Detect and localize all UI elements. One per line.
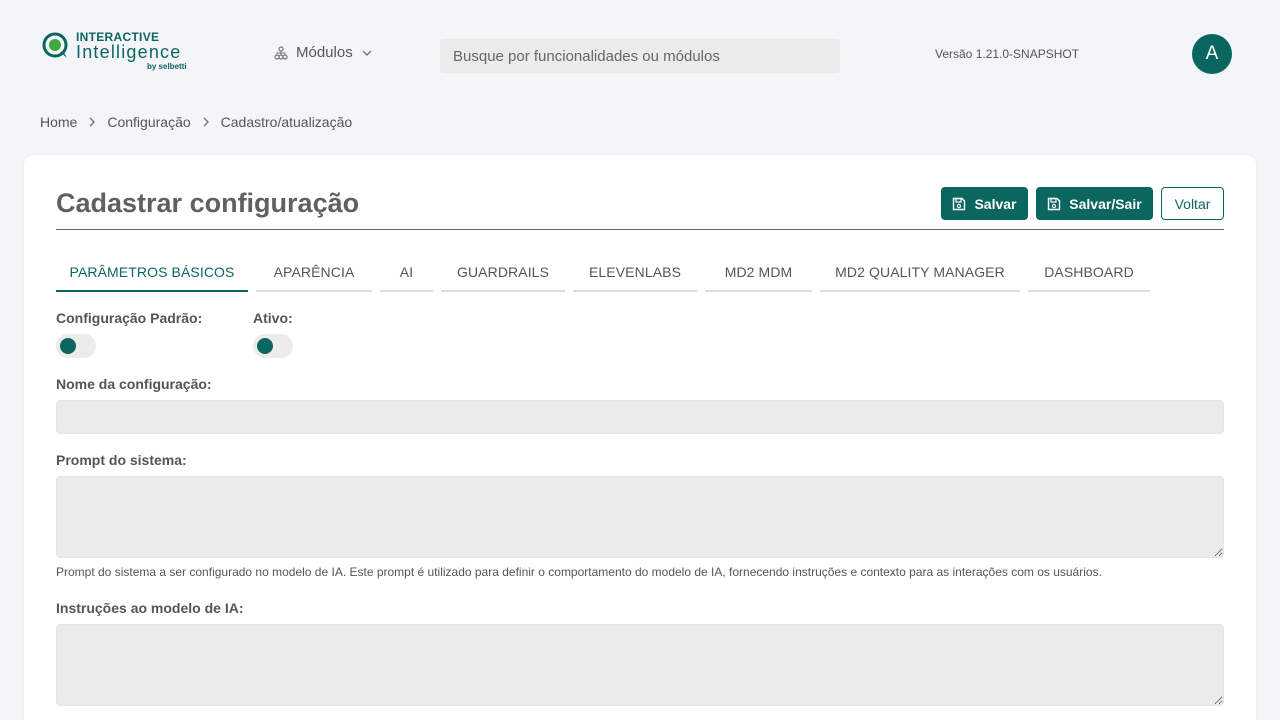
title-divider	[56, 229, 1224, 230]
tab-ai[interactable]: AI	[380, 256, 433, 292]
config-name-label: Nome da configuração:	[56, 376, 212, 392]
system-prompt-textarea[interactable]	[56, 476, 1224, 558]
active-label: Ativo:	[253, 310, 293, 326]
save-icon	[953, 197, 966, 210]
save-exit-button[interactable]: Salvar/Sair	[1036, 187, 1153, 220]
save-exit-button-label: Salvar/Sair	[1069, 195, 1142, 212]
header: INTERACTIVE Intelligence by selbetti Mód…	[0, 0, 1280, 100]
modules-menu[interactable]: Módulos	[274, 44, 373, 61]
logo-text-main: Intelligence	[76, 42, 182, 62]
system-prompt-hint: Prompt do sistema a ser configurado no m…	[56, 565, 1102, 579]
search-input[interactable]	[440, 39, 840, 73]
default-config-label: Configuração Padrão:	[56, 310, 203, 326]
tab-parametros-basicos[interactable]: PARÂMETROS BÁSICOS	[56, 256, 248, 292]
modules-icon	[274, 45, 288, 60]
tab-md2-mdm[interactable]: MD2 MDM	[705, 256, 812, 292]
active-toggle[interactable]	[253, 334, 293, 358]
tab-guardrails[interactable]: GUARDRAILS	[441, 256, 565, 292]
config-name-field[interactable]	[56, 400, 1224, 434]
tab-elevenlabs[interactable]: ELEVENLABS	[573, 256, 697, 292]
form-card: Cadastrar configuração Salvar Salvar/Sai…	[24, 155, 1256, 720]
breadcrumb-configuracao[interactable]: Configuração	[107, 114, 190, 130]
tab-aparencia[interactable]: APARÊNCIA	[256, 256, 372, 292]
breadcrumb-home[interactable]: Home	[40, 114, 77, 130]
tab-dashboard[interactable]: DASHBOARD	[1028, 256, 1150, 292]
save-button-label: Salvar	[974, 195, 1017, 212]
page-title: Cadastrar configuração	[56, 188, 360, 218]
tab-md2-quality-manager[interactable]: MD2 QUALITY MANAGER	[820, 256, 1020, 292]
system-prompt-label: Prompt do sistema:	[56, 452, 187, 468]
save-icon	[1048, 197, 1061, 210]
version-label: Versão 1.21.0-SNAPSHOT	[935, 47, 1080, 61]
app-logo[interactable]: INTERACTIVE Intelligence by selbetti	[42, 30, 202, 74]
instructions-label: Instruções ao modelo de IA:	[56, 600, 244, 616]
instructions-textarea[interactable]	[56, 624, 1224, 706]
breadcrumb-current: Cadastro/atualização	[220, 114, 353, 130]
toggle-knob	[257, 338, 273, 354]
avatar[interactable]: A	[1192, 34, 1232, 74]
save-button[interactable]: Salvar	[941, 187, 1028, 220]
toggle-knob	[60, 338, 76, 354]
breadcrumb: Home Configuração Cadastro/atualização	[40, 114, 352, 130]
chevron-down-icon	[362, 50, 372, 56]
logo-icon	[42, 32, 68, 58]
back-button[interactable]: Voltar	[1161, 187, 1224, 220]
default-config-toggle[interactable]	[56, 334, 96, 358]
logo-text-by: by selbetti	[147, 62, 187, 71]
modules-label: Módulos	[296, 44, 353, 61]
chevron-right-icon	[87, 116, 97, 128]
chevron-right-icon	[201, 116, 211, 128]
